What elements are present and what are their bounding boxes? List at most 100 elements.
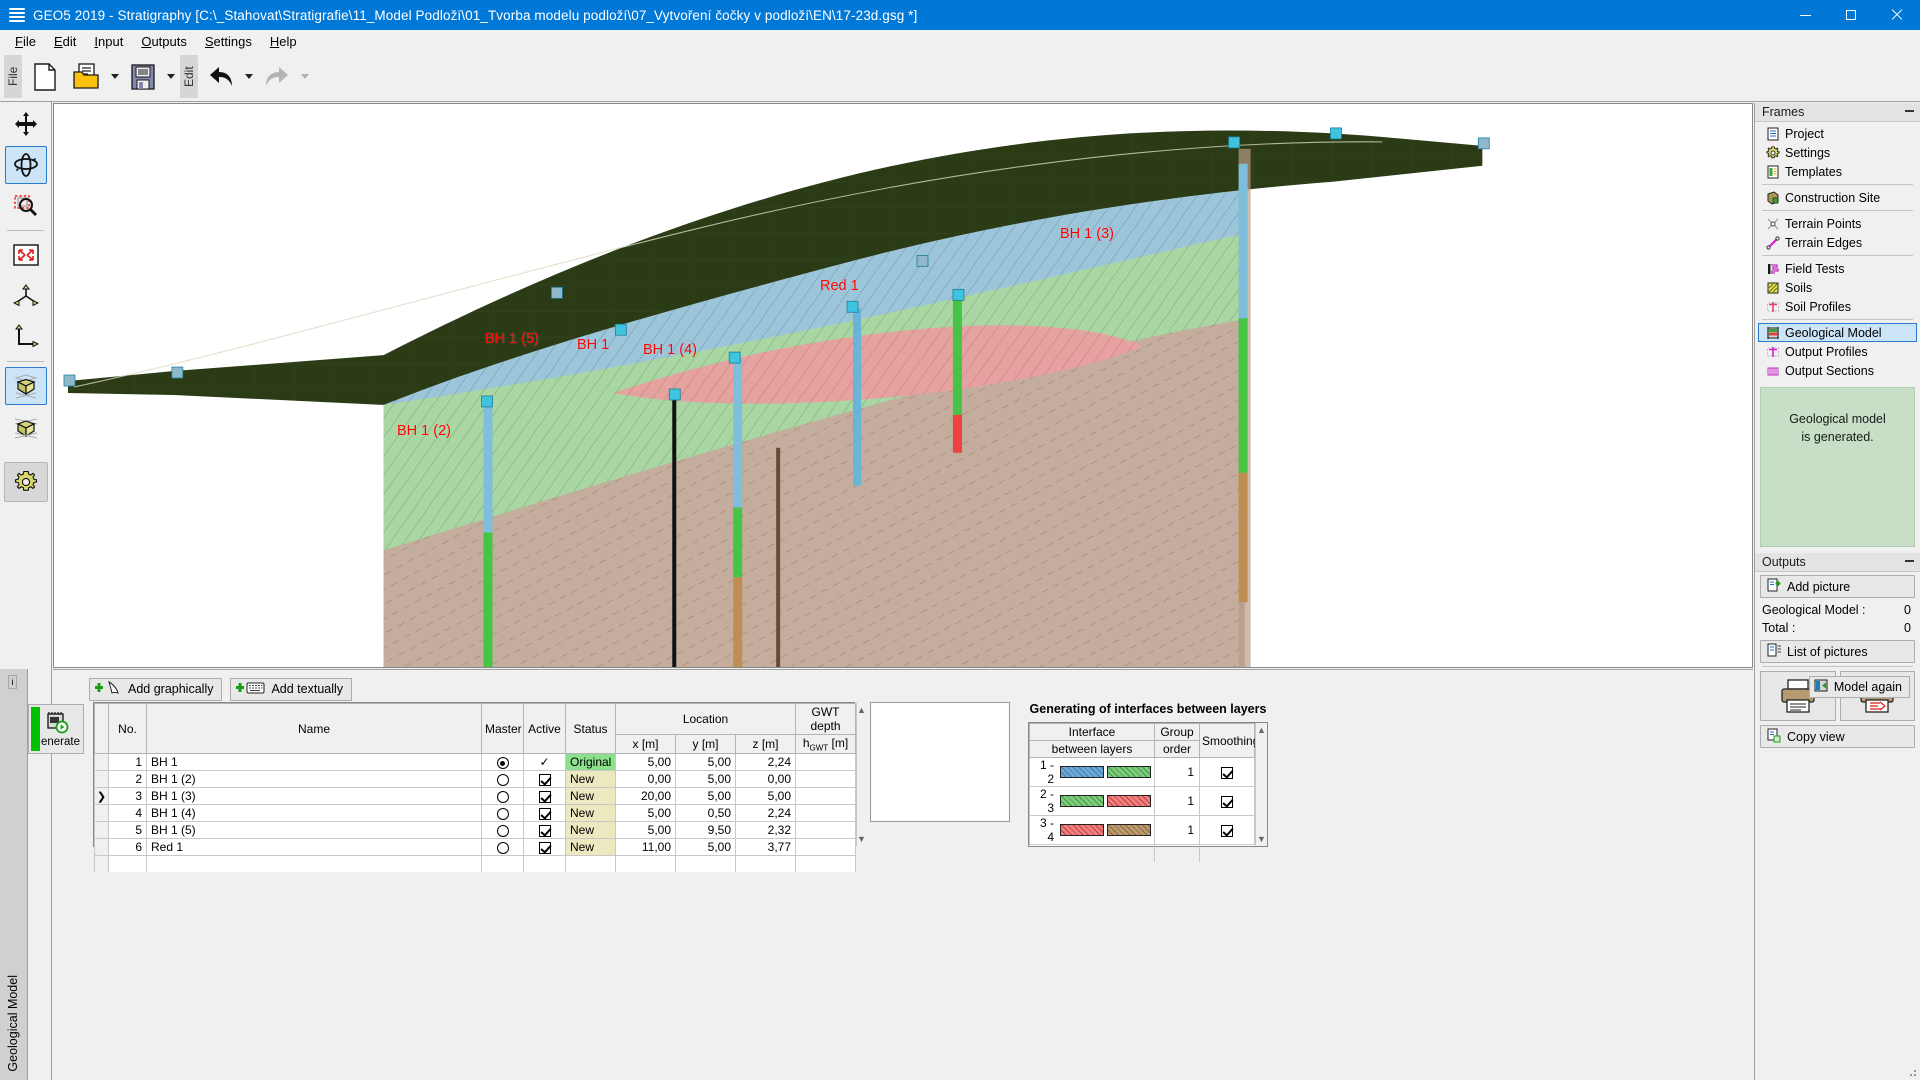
sidebar-item-construction-site[interactable]: Construction Site	[1758, 188, 1917, 207]
generate-button[interactable]: Generate	[28, 704, 84, 754]
cell-master[interactable]	[481, 821, 524, 840]
sidebar-item-terrain-edges[interactable]: Terrain Edges	[1758, 233, 1917, 252]
maximize-button[interactable]	[1828, 0, 1874, 30]
geological-model-3d-view[interactable]: BH 1 (3) Red 1 BH 1 (5) BH 1 BH 1 (4) BH…	[53, 103, 1753, 668]
add-textually-button[interactable]: Add textually	[230, 677, 353, 701]
iface-cell-order[interactable]: 1	[1154, 815, 1200, 845]
cell-z[interactable]: 0,00	[734, 770, 797, 789]
cell-y[interactable]: 9,50	[675, 821, 736, 840]
active-checkbox-on[interactable]	[538, 842, 551, 855]
save-disk-icon[interactable]	[123, 54, 163, 99]
cell-x[interactable]: 5,00	[615, 821, 676, 840]
cell-gwt[interactable]	[795, 753, 857, 772]
axonometric-view-button[interactable]	[5, 277, 47, 315]
table-row[interactable]: 6 Red 1 New 11,00 5,00 3,77	[94, 838, 857, 857]
sidebar-item-soil-profiles[interactable]: Soil Profiles	[1758, 297, 1917, 316]
menu-input[interactable]: Input	[85, 32, 132, 51]
cell-active[interactable]: ✓	[523, 753, 566, 772]
cell-x[interactable]: 5,00	[615, 753, 676, 772]
table-row[interactable]: 4 BH 1 (4) New 5,00 0,50 2,24	[94, 804, 857, 823]
sidebar-item-output-sections[interactable]: Output Sections	[1758, 361, 1917, 380]
cell-x[interactable]: 5,00	[615, 804, 676, 823]
cell-master[interactable]	[481, 787, 524, 806]
cell-x[interactable]: 20,00	[615, 787, 676, 806]
cell-name[interactable]: BH 1 (4)	[146, 804, 482, 823]
zoom-window-tool-button[interactable]	[5, 187, 47, 225]
cell-active[interactable]	[523, 770, 566, 789]
sidebar-item-output-profiles[interactable]: Output Profiles	[1758, 342, 1917, 361]
cell-master[interactable]	[481, 804, 524, 823]
master-radio-off[interactable]	[496, 842, 509, 855]
master-radio-off[interactable]	[496, 808, 509, 821]
redo-arrow-icon[interactable]	[257, 54, 297, 99]
copy-view-button[interactable]: Copy view	[1760, 725, 1915, 748]
view-top-cut-button[interactable]	[4, 367, 47, 405]
cell-y[interactable]: 0,50	[675, 804, 736, 823]
bottom-vertical-tab[interactable]: i Geological Model	[0, 669, 28, 1080]
sidebar-item-terrain-points[interactable]: Terrain Points	[1758, 214, 1917, 233]
sidebar-item-geological-model[interactable]: Geological Model	[1758, 323, 1917, 342]
rotate-tool-button[interactable]	[4, 146, 47, 184]
iface-cell-smoothing[interactable]	[1199, 786, 1255, 816]
cell-active[interactable]	[523, 821, 566, 840]
pan-tool-button[interactable]	[5, 105, 47, 143]
active-checkbox-on[interactable]	[538, 791, 551, 804]
iface-cell-order[interactable]: 1	[1154, 786, 1200, 816]
smoothing-checkbox-on[interactable]	[1221, 766, 1233, 779]
cell-x[interactable]: 0,00	[615, 770, 676, 789]
table-row[interactable]: 2 BH 1 (2) New 0,00 5,00 0,00	[94, 770, 857, 789]
smoothing-checkbox-on[interactable]	[1221, 824, 1233, 837]
open-folder-icon[interactable]	[67, 54, 107, 99]
menu-file[interactable]: File	[6, 32, 45, 51]
undo-dropdown-arrow-icon[interactable]	[242, 52, 256, 101]
cell-y[interactable]: 5,00	[675, 770, 736, 789]
master-radio-off[interactable]	[496, 825, 509, 838]
table-row[interactable]: 1 BH 1 ✓ Original 5,00 5,00 2,24	[94, 753, 857, 772]
cell-x[interactable]: 11,00	[615, 838, 676, 857]
interface-row[interactable]: 1 - 2 1	[1029, 757, 1255, 787]
save-dropdown-arrow-icon[interactable]	[164, 52, 178, 101]
cell-gwt[interactable]	[795, 821, 857, 840]
cell-z[interactable]: 2,24	[734, 753, 797, 772]
undo-arrow-icon[interactable]	[201, 54, 241, 99]
plan-view-button[interactable]	[5, 318, 47, 356]
interfaces-vertical-scrollbar[interactable]: ▲ ▼	[1255, 723, 1267, 846]
cell-gwt[interactable]	[795, 787, 857, 806]
sidebar-item-project[interactable]: Project	[1758, 124, 1917, 143]
resize-gripper[interactable]	[1907, 1067, 1917, 1077]
interface-row[interactable]: 3 - 4 1	[1029, 815, 1255, 845]
cell-active[interactable]	[523, 804, 566, 823]
iface-cell-order[interactable]: 1	[1154, 757, 1200, 787]
list-of-pictures-button[interactable]: List of pictures	[1760, 640, 1915, 663]
active-checkbox-on[interactable]	[538, 808, 551, 821]
cell-gwt[interactable]	[795, 770, 857, 789]
minimize-button[interactable]	[1782, 0, 1828, 30]
iface-cell-smoothing[interactable]	[1199, 815, 1255, 845]
cell-y[interactable]: 5,00	[675, 787, 736, 806]
add-graphically-button[interactable]: Add graphically	[89, 677, 223, 701]
smoothing-checkbox-on[interactable]	[1221, 795, 1233, 808]
sidebar-item-field-tests[interactable]: Field Tests	[1758, 259, 1917, 278]
cell-master[interactable]	[481, 753, 524, 772]
menu-settings[interactable]: Settings	[196, 32, 261, 51]
master-radio-on[interactable]	[496, 757, 509, 770]
cell-master[interactable]	[481, 838, 524, 857]
active-checkbox-on[interactable]	[538, 825, 551, 838]
gear-icon[interactable]	[3, 462, 48, 502]
table-row[interactable]: 5 BH 1 (5) New 5,00 9,50 2,32	[94, 821, 857, 840]
close-button[interactable]	[1874, 0, 1920, 30]
menu-help[interactable]: Help	[261, 32, 306, 51]
iface-cell-smoothing[interactable]	[1199, 757, 1255, 787]
scroll-up-arrow-icon[interactable]: ▲	[1257, 723, 1266, 737]
zoom-all-tool-button[interactable]	[5, 236, 47, 274]
scroll-down-arrow-icon[interactable]: ▼	[857, 832, 866, 846]
cell-active[interactable]	[523, 838, 566, 857]
sidebar-item-settings[interactable]: Settings	[1758, 143, 1917, 162]
cell-gwt[interactable]	[795, 804, 857, 823]
redo-dropdown-arrow-icon[interactable]	[298, 52, 312, 101]
cell-name[interactable]: BH 1 (3)	[146, 787, 482, 806]
cell-name[interactable]: BH 1 (2)	[146, 770, 482, 789]
cell-z[interactable]: 2,32	[734, 821, 797, 840]
master-radio-off[interactable]	[496, 791, 509, 804]
cell-name[interactable]: Red 1	[146, 838, 482, 857]
